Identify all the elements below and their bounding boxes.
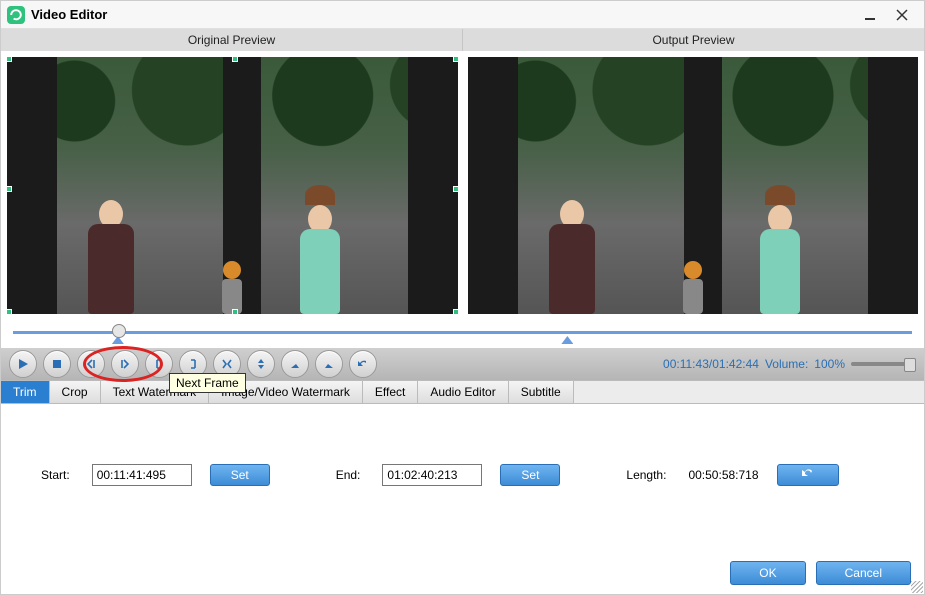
output-preview-label: Output Preview bbox=[463, 29, 924, 51]
cancel-button[interactable]: Cancel bbox=[816, 561, 911, 585]
flip-vertical-button[interactable] bbox=[247, 350, 275, 378]
crop-handle[interactable] bbox=[7, 186, 12, 192]
total-time: 01:42:44 bbox=[712, 357, 759, 371]
stop-button[interactable] bbox=[43, 350, 71, 378]
original-preview[interactable] bbox=[7, 57, 458, 314]
tab-trim[interactable]: Trim bbox=[1, 381, 50, 403]
end-input[interactable] bbox=[382, 464, 482, 486]
crop-handle[interactable] bbox=[453, 309, 458, 314]
tab-bar: Trim Crop Text Watermark Image/Video Wat… bbox=[1, 380, 924, 404]
playhead[interactable] bbox=[112, 324, 126, 338]
ok-button[interactable]: OK bbox=[730, 561, 805, 585]
start-input[interactable] bbox=[92, 464, 192, 486]
tab-crop[interactable]: Crop bbox=[50, 381, 101, 403]
output-preview[interactable] bbox=[468, 57, 919, 314]
close-button[interactable] bbox=[886, 4, 918, 26]
timeline-track bbox=[13, 331, 912, 334]
start-label: Start: bbox=[41, 468, 70, 482]
dialog-buttons: OK Cancel bbox=[730, 561, 911, 585]
app-logo-icon bbox=[7, 6, 25, 24]
tab-subtitle[interactable]: Subtitle bbox=[509, 381, 574, 403]
reset-length-button[interactable] bbox=[777, 464, 839, 486]
crop-handle[interactable] bbox=[7, 57, 12, 62]
volume-slider[interactable] bbox=[851, 362, 916, 366]
tooltip: Next Frame bbox=[169, 373, 246, 393]
play-button[interactable] bbox=[9, 350, 37, 378]
trim-end-marker[interactable] bbox=[561, 336, 573, 344]
trim-panel: Start: Set End: Set Length: 00:50:58:718 bbox=[1, 404, 924, 506]
timeline[interactable] bbox=[13, 322, 912, 344]
control-bar: Next Frame 00:11:43/01:42:44 Volume: 100… bbox=[1, 348, 924, 380]
crop-handle[interactable] bbox=[7, 309, 12, 314]
next-frame-button[interactable] bbox=[111, 350, 139, 378]
tab-effect[interactable]: Effect bbox=[363, 381, 418, 403]
length-value: 00:50:58:718 bbox=[688, 468, 758, 482]
titlebar: Video Editor bbox=[1, 1, 924, 29]
preview-row bbox=[1, 51, 924, 314]
prev-frame-button[interactable] bbox=[77, 350, 105, 378]
crop-handle[interactable] bbox=[453, 186, 458, 192]
preview-headers: Original Preview Output Preview bbox=[1, 29, 924, 51]
original-preview-label: Original Preview bbox=[1, 29, 463, 51]
volume-value: 100% bbox=[814, 357, 845, 371]
undo-button[interactable] bbox=[349, 350, 377, 378]
minimize-button[interactable] bbox=[854, 4, 886, 26]
crop-handle[interactable] bbox=[232, 309, 238, 314]
rotate-right-button[interactable] bbox=[315, 350, 343, 378]
set-end-button[interactable]: Set bbox=[500, 464, 560, 486]
crop-handle[interactable] bbox=[453, 57, 458, 62]
set-start-button[interactable]: Set bbox=[210, 464, 270, 486]
volume-label: Volume: bbox=[765, 357, 808, 371]
rotate-left-button[interactable] bbox=[281, 350, 309, 378]
current-time: 00:11:43 bbox=[663, 357, 709, 371]
time-info: 00:11:43/01:42:44 Volume: 100% bbox=[663, 357, 916, 371]
window-title: Video Editor bbox=[31, 7, 854, 22]
resize-grip[interactable] bbox=[911, 581, 923, 593]
tab-audio-editor[interactable]: Audio Editor bbox=[418, 381, 508, 403]
crop-handle[interactable] bbox=[232, 57, 238, 62]
length-label: Length: bbox=[626, 468, 666, 482]
end-label: End: bbox=[336, 468, 361, 482]
